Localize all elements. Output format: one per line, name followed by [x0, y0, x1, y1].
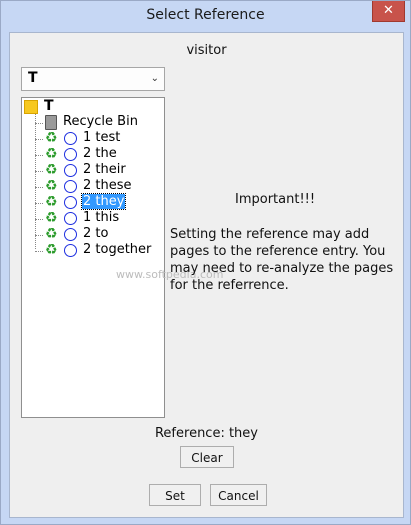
tree-node-label: 1 test	[83, 130, 121, 145]
tree-root-label: T	[44, 98, 54, 114]
dropdown-value: T	[28, 70, 38, 86]
tree-branch	[35, 139, 43, 140]
tree-node-label: 2 their	[83, 162, 126, 177]
tree-node-label: 2 together	[83, 242, 152, 257]
tree-node-label: 2 to	[83, 226, 109, 241]
circle-icon	[64, 148, 77, 161]
recycle-icon: ♻	[45, 146, 58, 162]
recycle-icon: ♻	[45, 162, 58, 178]
tree-branch	[35, 187, 43, 188]
chevron-down-icon: ⌄	[150, 73, 159, 84]
select-reference-window: Select Reference ✕ visitor T ⌄ T Recycle…	[0, 0, 411, 525]
circle-icon	[64, 244, 77, 257]
circle-icon	[64, 228, 77, 241]
close-button[interactable]: ✕	[372, 1, 405, 22]
close-icon: ✕	[383, 3, 394, 18]
dialog-body: visitor T ⌄ T Recycle Bin ♻ 1 test ♻ 2 t…	[9, 32, 404, 518]
circle-icon	[64, 164, 77, 177]
window-title: Select Reference	[146, 7, 265, 23]
tree-branch	[35, 155, 43, 156]
recycle-icon: ♻	[45, 226, 58, 242]
word-heading: visitor	[186, 43, 227, 58]
folder-icon	[24, 100, 38, 114]
recycle-bin-icon	[45, 115, 57, 130]
recycle-icon: ♻	[45, 194, 58, 210]
recycle-icon: ♻	[45, 242, 58, 258]
tree-node-label: 1 this	[83, 210, 120, 225]
circle-icon	[64, 132, 77, 145]
cancel-button[interactable]: Cancel	[210, 484, 267, 506]
title-bar[interactable]: Select Reference ✕	[1, 1, 410, 32]
circle-icon	[64, 196, 77, 209]
tree-branch	[35, 251, 43, 252]
letter-dropdown[interactable]: T ⌄	[21, 67, 165, 91]
clear-button[interactable]: Clear	[180, 446, 234, 468]
recycle-icon: ♻	[45, 178, 58, 194]
tree-branch	[35, 203, 43, 204]
set-button[interactable]: Set	[149, 484, 201, 506]
tree-branch	[35, 219, 43, 220]
circle-icon	[64, 180, 77, 193]
reference-tree[interactable]: T Recycle Bin ♻ 1 test ♻ 2 the ♻ 2 their…	[21, 97, 165, 418]
recycle-icon: ♻	[45, 210, 58, 226]
recycle-icon: ♻	[45, 130, 58, 146]
tree-branch	[35, 235, 43, 236]
tree-branch	[35, 123, 43, 124]
tree-branch	[35, 171, 43, 172]
tree-node-label: 2 these	[83, 178, 132, 193]
reference-label: Reference: they	[154, 426, 258, 441]
tree-connector	[35, 114, 36, 249]
circle-icon	[64, 212, 77, 225]
important-heading: Important!!!	[235, 192, 316, 207]
tree-node-label: 2 they	[80, 193, 127, 210]
info-text: Setting the reference may add pages to t…	[170, 227, 394, 293]
tree-node-label: 2 the	[83, 146, 117, 161]
recycle-bin-label: Recycle Bin	[63, 114, 138, 129]
